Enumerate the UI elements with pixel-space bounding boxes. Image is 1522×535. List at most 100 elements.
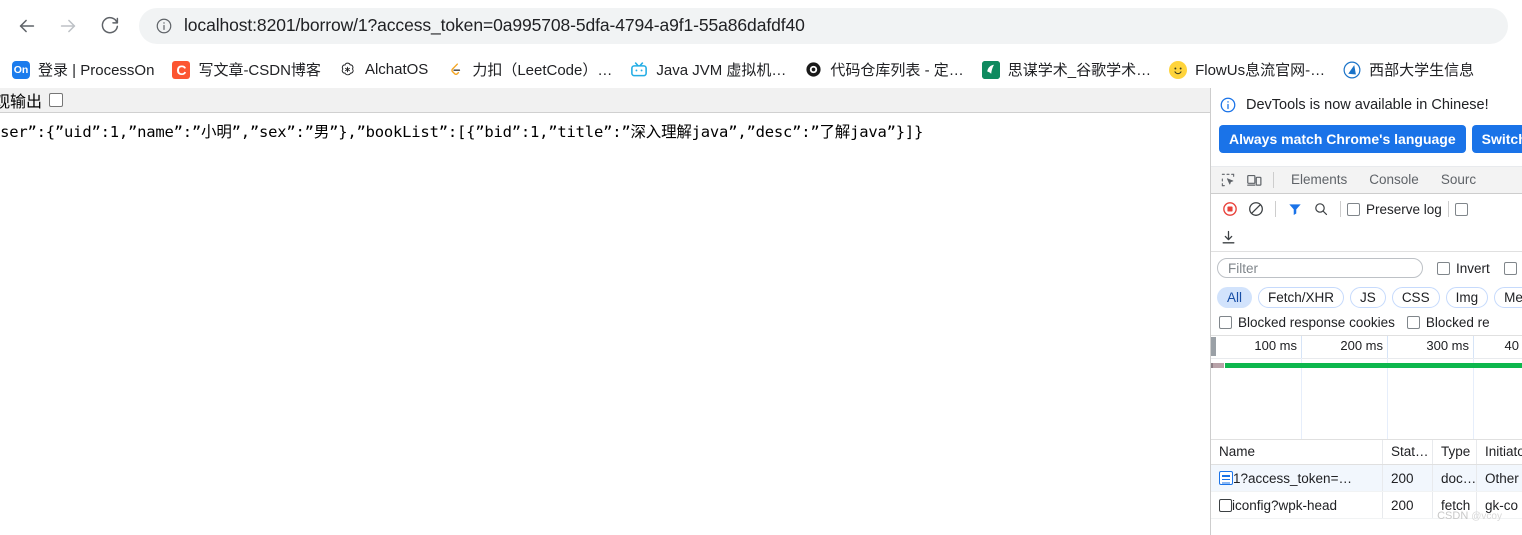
type-filter-img[interactable]: Img — [1445, 286, 1489, 308]
preserve-log-checkbox[interactable] — [1347, 202, 1360, 216]
site-info-icon[interactable] — [155, 17, 173, 35]
repository-favicon — [804, 60, 823, 79]
toolbar-divider — [1447, 201, 1449, 217]
cell-status: 200 — [1383, 465, 1433, 491]
filter-funnel-icon[interactable] — [1282, 197, 1308, 221]
forward-button[interactable] — [51, 9, 85, 43]
invert-option[interactable]: Invert — [1437, 261, 1490, 276]
bookmark-label: 西部大学生信息 — [1369, 62, 1475, 79]
cell-status: 200 — [1383, 492, 1433, 518]
request-name: iconfig?wpk-head — [1232, 497, 1338, 513]
cell-name[interactable]: iconfig?wpk-head — [1211, 492, 1383, 518]
address-bar[interactable]: localhost:8201/borrow/1?access_token=0a9… — [139, 7, 1508, 44]
request-name: 1?access_token=… — [1233, 470, 1352, 486]
clear-network-log-icon[interactable] — [1243, 197, 1269, 221]
reload-button[interactable] — [92, 9, 126, 43]
timeline-gridline — [1301, 358, 1302, 439]
scholar-favicon — [981, 60, 1000, 79]
fetch-icon — [1219, 498, 1232, 512]
table-row[interactable]: 1?access_token=… 200 doc… Other — [1211, 465, 1522, 492]
json-response-body: user”:{”uid”:1,”name”:”小明”,”sex”:”男”},”b… — [0, 123, 924, 141]
tab-elements[interactable]: Elements — [1280, 167, 1358, 193]
bookmark-csdn[interactable]: C 写文章-CSDN博客 — [164, 57, 329, 83]
filter-input[interactable]: Filter — [1217, 258, 1423, 278]
xibu-favicon — [1343, 60, 1362, 79]
type-filter-fetch-xhr[interactable]: Fetch/XHR — [1258, 286, 1345, 308]
disable-cache-checkbox[interactable] — [1454, 202, 1468, 216]
flowus-favicon — [1169, 60, 1188, 79]
network-toolbar-secondary — [1211, 224, 1522, 252]
timeline-request-bar — [1225, 363, 1522, 368]
bookmark-label: Java JVM 虚拟机… — [656, 62, 787, 79]
bookmark-bilibili[interactable]: Java JVM 虚拟机… — [622, 57, 794, 83]
column-header-status[interactable]: Stat… — [1383, 440, 1433, 464]
bookmark-flowus[interactable]: FlowUs息流官网-… — [1161, 57, 1333, 83]
blocked-response-cookies-option[interactable]: Blocked response cookies — [1219, 315, 1395, 330]
bilibili-favicon — [630, 60, 649, 79]
timeline-tick: 200 ms — [1302, 336, 1388, 358]
cell-name[interactable]: 1?access_token=… — [1211, 465, 1383, 491]
csdn-watermark: CSDN @vcoy — [1437, 510, 1502, 522]
network-toolbar: Preserve log — [1211, 194, 1522, 224]
type-filter-css[interactable]: CSS — [1391, 286, 1440, 308]
bookmark-alchatos[interactable]: AlchatOS — [331, 57, 436, 83]
leetcode-favicon — [446, 60, 465, 79]
watermark-brand: CSDN — [1437, 510, 1469, 522]
type-filter-all[interactable]: All — [1217, 286, 1253, 308]
download-har-icon[interactable] — [1215, 226, 1241, 250]
csdn-favicon: C — [172, 60, 191, 79]
page-content: 观输出 user”:{”uid”:1,”name”:”小明”,”sex”:”男”… — [0, 88, 1210, 535]
blocked-response-cookies-label: Blocked response cookies — [1238, 315, 1395, 330]
tab-console[interactable]: Console — [1358, 167, 1430, 193]
pretty-print-checkbox[interactable] — [49, 93, 64, 107]
resource-type-filters: All Fetch/XHR JS CSS Img Medi — [1211, 284, 1522, 310]
blocked-response-cookies-checkbox[interactable] — [1219, 316, 1232, 329]
search-icon[interactable] — [1308, 197, 1334, 221]
column-header-initiator[interactable]: Initiato — [1477, 440, 1522, 464]
preserve-log-option[interactable]: Preserve log — [1347, 202, 1442, 217]
back-button[interactable] — [10, 9, 44, 43]
inspect-element-icon[interactable] — [1215, 168, 1241, 192]
document-icon — [1219, 471, 1233, 485]
bookmark-label: 代码仓库列表 - 定… — [830, 62, 964, 79]
column-header-type[interactable]: Type — [1433, 440, 1477, 464]
pretty-print-label: 观输出 — [0, 92, 43, 111]
switch-language-button[interactable]: Switch — [1471, 125, 1522, 153]
toolbar-divider — [1340, 201, 1341, 217]
type-filter-media[interactable]: Medi — [1494, 286, 1522, 308]
bookmark-repository[interactable]: 代码仓库列表 - 定… — [796, 57, 971, 83]
processon-favicon: On — [12, 60, 30, 79]
device-toolbar-icon[interactable] — [1241, 168, 1267, 192]
watermark-user: @vcoy — [1471, 511, 1502, 522]
banner-message: DevTools is now available in Chinese! — [1246, 97, 1489, 113]
bookmark-label: 登录 | ProcessOn — [38, 62, 155, 79]
invert-label: Invert — [1456, 260, 1490, 276]
table-header-row: Name Stat… Type Initiato — [1211, 440, 1522, 465]
preserve-log-label: Preserve log — [1366, 201, 1442, 217]
bookmarks-bar: On 登录 | ProcessOn C 写文章-CSDN博客 AlchatOS … — [0, 51, 1522, 88]
tab-sources[interactable]: Sourc — [1430, 167, 1487, 193]
type-filter-js[interactable]: JS — [1350, 286, 1386, 308]
openai-favicon — [338, 60, 357, 79]
hide-data-urls-checkbox[interactable] — [1503, 261, 1517, 275]
browser-toolbar: localhost:8201/borrow/1?access_token=0a9… — [0, 0, 1522, 51]
blocked-filters-row: Blocked response cookies Blocked re — [1211, 310, 1522, 336]
bookmark-leetcode[interactable]: 力扣（LeetCode）… — [438, 57, 620, 83]
network-timeline-overview[interactable]: 100 ms 200 ms 300 ms 40 — [1211, 336, 1522, 440]
bookmark-label: 力扣（LeetCode）… — [472, 62, 613, 79]
bookmark-scholar[interactable]: 思谋学术_谷歌学术… — [974, 57, 1159, 83]
record-button-icon[interactable] — [1217, 197, 1243, 221]
invert-checkbox[interactable] — [1437, 261, 1450, 275]
column-header-name[interactable]: Name — [1211, 440, 1383, 464]
cell-type: doc… — [1433, 465, 1477, 491]
toolbar-divider — [1273, 172, 1274, 188]
blocked-requests-checkbox[interactable] — [1406, 316, 1420, 329]
network-filter-row: Filter Invert — [1211, 252, 1522, 284]
bookmark-label: 思谋学术_谷歌学术… — [1007, 62, 1152, 79]
timeline-tick: 300 ms — [1388, 336, 1474, 358]
bookmark-xibu[interactable]: 西部大学生信息 — [1335, 57, 1482, 83]
blocked-requests-option[interactable]: Blocked re — [1406, 315, 1490, 330]
always-match-language-button[interactable]: Always match Chrome's language — [1219, 125, 1466, 153]
bookmark-label: AlchatOS — [364, 61, 429, 78]
bookmark-processon[interactable]: On 登录 | ProcessOn — [4, 57, 162, 83]
